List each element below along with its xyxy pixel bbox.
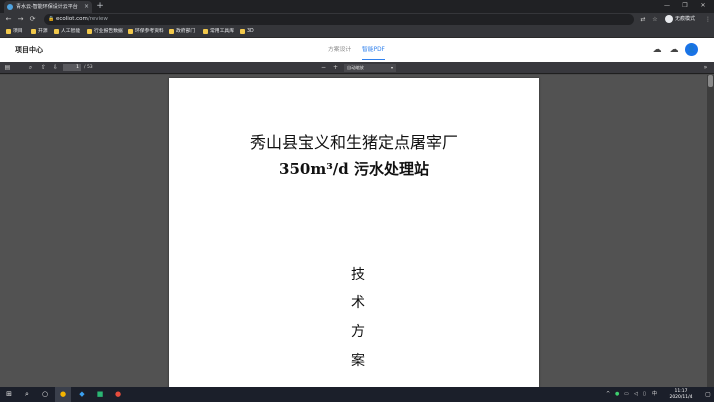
minimize-button[interactable]: —: [658, 0, 676, 13]
scrollbar-thumb[interactable]: [708, 75, 713, 87]
bookmark-label: 环保参考资料: [135, 29, 164, 34]
browser-tab[interactable]: 青水云-智能环保设计云平台 ×: [4, 1, 92, 13]
browser-toolbar: ← → ⟳ 🔒 ecoliot.com/review ⇄ ☆ 无痕模式 ⋮: [0, 13, 714, 26]
vertical-title-char: 技: [351, 267, 365, 283]
app-header: 项目中心 方案设计 智能PDF ☁ ☁ 👤: [0, 38, 714, 62]
tray-overflow-icon[interactable]: ^: [606, 387, 610, 402]
vertical-title-char: 术: [351, 295, 365, 311]
vscode-taskbar-icon[interactable]: ◆: [74, 387, 90, 402]
folder-icon: [6, 29, 11, 34]
reload-icon[interactable]: ⟳: [27, 13, 38, 26]
ime-indicator[interactable]: 中: [652, 387, 657, 402]
vertical-title-char: 方: [351, 324, 365, 340]
pdf-page: 秀山县宝义和生猪定点屠宰厂 350m³/d 污水处理站 技 术 方 案: [169, 78, 539, 393]
sidebar-toggle-icon[interactable]: ▤: [3, 62, 12, 74]
battery-tray-icon[interactable]: ▯: [643, 387, 646, 402]
bookmark-folder[interactable]: 项目: [6, 26, 23, 38]
folder-icon: [240, 29, 245, 34]
folder-icon: [87, 29, 92, 34]
close-window-button[interactable]: ✕: [694, 0, 712, 13]
bookmark-folder[interactable]: 政府部门: [169, 26, 195, 38]
network-tray-icon[interactable]: ▭: [624, 387, 629, 402]
tab-close-icon[interactable]: ×: [84, 1, 89, 13]
tab-scheme-design[interactable]: 方案设计: [328, 38, 351, 62]
bookmarks-bar: 项目 开源 人工智能 行业报告数据 环保参考资料 政府部门 常用工具库 3D: [0, 26, 714, 38]
pdf-viewer[interactable]: 秀山县宝义和生猪定点屠宰厂 350m³/d 污水处理站 技 术 方 案: [0, 75, 714, 393]
site-favicon-icon: [7, 4, 13, 10]
back-arrow-icon[interactable]: ←: [3, 13, 14, 26]
media-taskbar-icon[interactable]: ●: [110, 387, 126, 402]
zoom-out-button[interactable]: −: [319, 62, 328, 74]
browser-tab-strip: 青水云-智能环保设计云平台 × + — ❐ ✕: [0, 0, 714, 13]
user-avatar-icon[interactable]: 👤: [685, 43, 698, 56]
notification-icon[interactable]: ▢: [702, 387, 714, 402]
more-tools-icon[interactable]: »: [701, 62, 710, 74]
chevron-down-icon: ▾: [390, 65, 393, 70]
taskbar-clock[interactable]: 11:17 2020/11/4: [662, 389, 700, 400]
cloud-download-icon[interactable]: ☁: [668, 44, 680, 56]
cloud-upload-icon[interactable]: ☁: [651, 44, 663, 56]
tab-title: 青水云-智能环保设计云平台: [16, 4, 78, 10]
bookmark-label: 项目: [13, 29, 23, 34]
next-page-icon[interactable]: ⇩: [51, 62, 60, 74]
folder-icon: [203, 29, 208, 34]
bookmark-folder[interactable]: 3D: [240, 26, 254, 38]
app-taskbar-icon[interactable]: ■: [92, 387, 108, 402]
wechat-tray-icon[interactable]: ●: [615, 387, 619, 402]
folder-icon: [54, 29, 59, 34]
chrome-taskbar-icon[interactable]: ●: [55, 387, 71, 402]
vertical-title-char: 案: [351, 353, 365, 369]
windows-taskbar: ⊞ ⌕ ○ ● ◆ ■ ● ^ ● ▭ ◁ ▯ 中 11:17 2020/11/…: [0, 387, 714, 402]
page-count: / 53: [84, 65, 93, 70]
previous-page-icon[interactable]: ⇧: [39, 62, 48, 74]
clock-date: 2020/11/4: [669, 394, 693, 400]
incognito-icon: [665, 15, 673, 23]
lock-icon: 🔒: [48, 16, 55, 22]
document-title-line2: 350m³/d 污水处理站: [279, 160, 429, 178]
bookmark-label: 行业报告数据: [94, 29, 123, 34]
incognito-profile[interactable]: 无痕模式: [665, 15, 695, 24]
new-tab-button[interactable]: +: [95, 0, 105, 13]
windows-start-icon[interactable]: ⊞: [1, 387, 17, 402]
star-icon[interactable]: ☆: [650, 13, 660, 26]
bookmark-label: 3D: [247, 29, 254, 34]
search-icon[interactable]: ⌕: [19, 387, 35, 402]
document-title-line1: 秀山县宝义和生猪定点屠宰厂: [249, 133, 458, 152]
bookmark-label: 开源: [38, 29, 48, 34]
volume-tray-icon[interactable]: ◁: [634, 387, 638, 402]
bookmark-folder[interactable]: 常用工具库: [203, 26, 234, 38]
page-number-input[interactable]: 1: [63, 64, 81, 71]
bookmark-label: 政府部门: [176, 29, 196, 34]
bookmark-folder[interactable]: 行业报告数据: [87, 26, 123, 38]
task-view-icon[interactable]: ○: [37, 387, 53, 402]
folder-icon: [169, 29, 174, 34]
bookmark-folder[interactable]: 人工智能: [54, 26, 80, 38]
tab-smart-pdf[interactable]: 智能PDF: [362, 38, 385, 62]
page-title: 项目中心: [15, 46, 43, 54]
bookmark-label: 人工智能: [61, 29, 81, 34]
search-icon[interactable]: ⌕: [26, 62, 35, 74]
address-path: /review: [87, 16, 108, 22]
bookmark-folder[interactable]: 环保参考资料: [128, 26, 164, 38]
folder-icon: [128, 29, 133, 34]
zoom-select-value: 自动缩放: [347, 65, 364, 70]
translate-icon[interactable]: ⇄: [638, 13, 648, 26]
profile-label: 无痕模式: [675, 16, 696, 22]
address-domain: ecoliot.com: [56, 16, 88, 22]
address-bar[interactable]: 🔒 ecoliot.com/review: [44, 14, 634, 25]
maximize-button[interactable]: ❐: [676, 0, 694, 13]
bookmark-label: 常用工具库: [210, 29, 234, 34]
menu-dots-icon[interactable]: ⋮: [703, 13, 713, 26]
forward-arrow-icon[interactable]: →: [15, 13, 26, 26]
zoom-in-button[interactable]: +: [331, 62, 340, 74]
folder-icon: [31, 29, 36, 34]
bookmark-folder[interactable]: 开源: [31, 26, 48, 38]
zoom-select[interactable]: 自动缩放 ▾: [344, 64, 396, 72]
viewer-scrollbar[interactable]: [707, 75, 714, 387]
pdf-toolbar: ▤ ⌕ ⇧ ⇩ 1 / 53 − + 自动缩放 ▾ »: [0, 62, 714, 74]
